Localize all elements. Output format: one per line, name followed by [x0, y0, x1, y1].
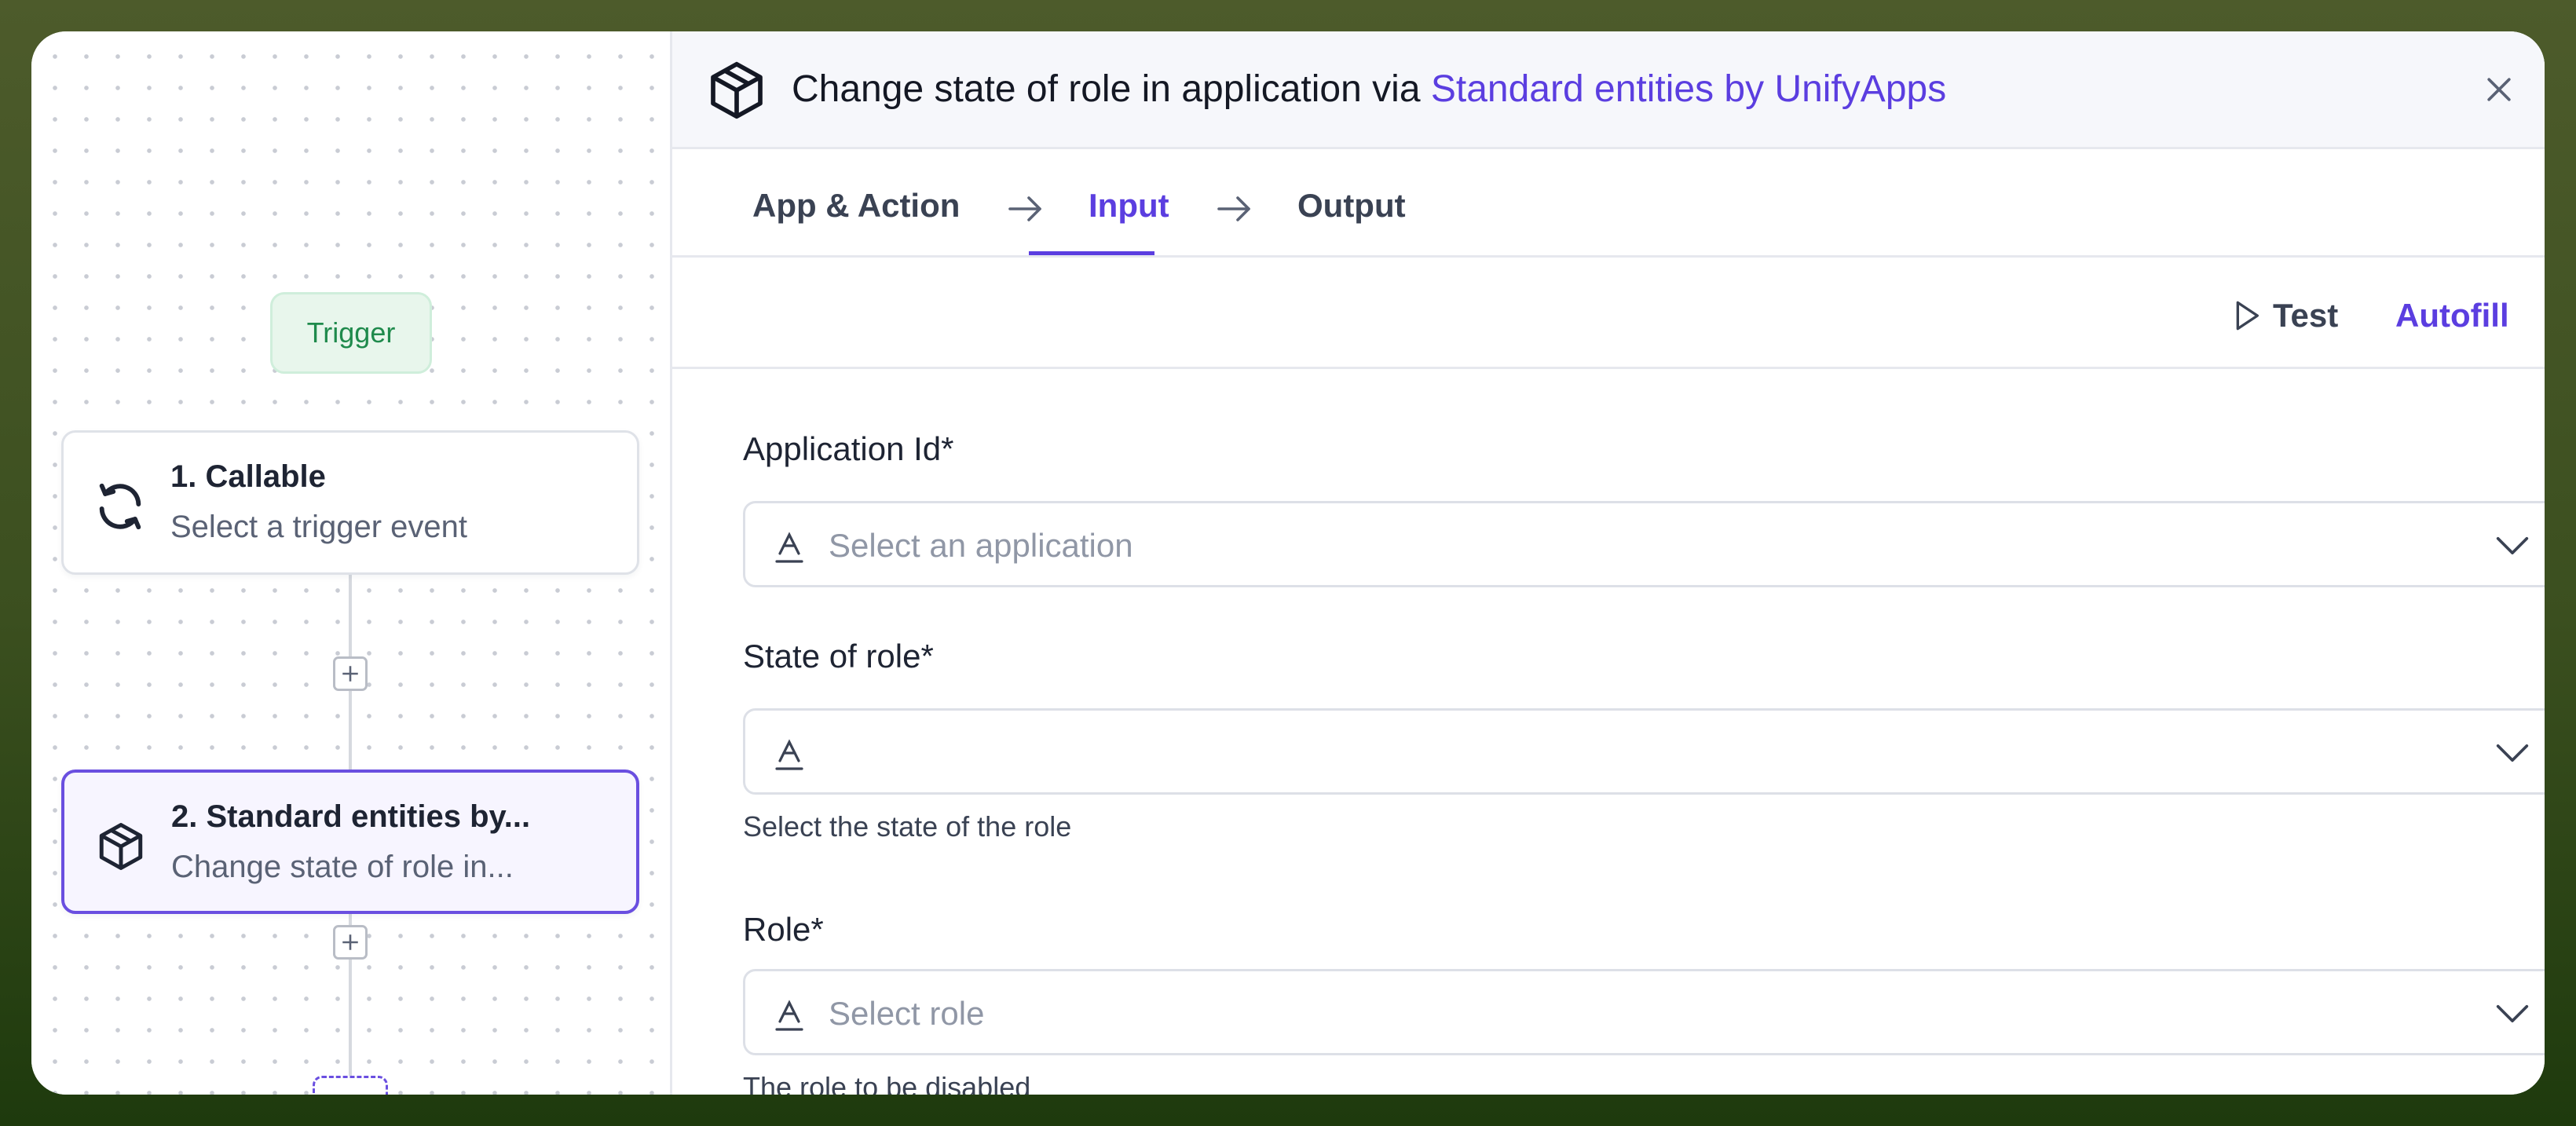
- step-tabs: App & Action Input Output: [672, 149, 2545, 258]
- role-helper: The role to be disabled: [743, 1071, 1031, 1095]
- refresh-icon: [92, 478, 148, 535]
- arrow-right-icon: [1217, 196, 1250, 221]
- chevron-down-icon: [2496, 744, 2529, 762]
- plus-icon: [342, 666, 358, 682]
- application-id-label: Application Id*: [743, 430, 954, 467]
- node-subtitle: Change state of role in...: [171, 850, 514, 884]
- arrow-right-icon: [1008, 196, 1041, 221]
- text-type-icon: [775, 739, 803, 770]
- workflow-canvas[interactable]: Trigger 1. Callable Select a trigger eve…: [31, 31, 672, 1095]
- panel-header: Change state of role in application via …: [672, 31, 2545, 149]
- state-of-role-label: State of role*: [743, 638, 934, 675]
- node-title: 2. Standard entities by...: [171, 799, 531, 834]
- close-icon[interactable]: [2482, 72, 2516, 107]
- tab-output[interactable]: Output: [1297, 187, 1406, 225]
- active-tab-indicator: [1029, 251, 1154, 255]
- panel-title: Change state of role in application via …: [792, 68, 1946, 111]
- autofill-button[interactable]: Autofill: [2395, 297, 2509, 335]
- role-select[interactable]: Select role: [743, 969, 2545, 1055]
- tab-input[interactable]: Input: [1089, 187, 1169, 225]
- node-title: 1. Callable: [170, 459, 326, 494]
- connector-line: [349, 685, 352, 771]
- panel-title-text: Change state of role in application via: [792, 68, 1431, 110]
- app-window: Trigger 1. Callable Select a trigger eve…: [31, 31, 2545, 1095]
- select-placeholder: Select role: [829, 995, 985, 1032]
- add-step-button[interactable]: [333, 656, 368, 691]
- state-of-role-helper: Select the state of the role: [743, 810, 1072, 843]
- test-label: Test: [2273, 297, 2339, 334]
- play-icon: [2236, 301, 2259, 331]
- plus-icon: [342, 934, 358, 950]
- select-placeholder: Select an application: [829, 527, 1133, 564]
- connector-line: [349, 573, 352, 667]
- package-icon: [711, 61, 763, 119]
- trigger-badge: Trigger: [270, 292, 432, 374]
- text-type-icon: [775, 1000, 803, 1031]
- package-icon: [93, 818, 149, 875]
- add-step-button[interactable]: [333, 925, 368, 960]
- app-link[interactable]: Standard entities by UnifyApps: [1431, 68, 1946, 110]
- workflow-node-standard-entities[interactable]: 2. Standard entities by... Change state …: [61, 770, 639, 914]
- workflow-node-callable[interactable]: 1. Callable Select a trigger event: [61, 430, 639, 575]
- state-of-role-select[interactable]: [743, 708, 2545, 795]
- placeholder-node[interactable]: [313, 1076, 388, 1095]
- panel-toolbar: Test Autofill: [672, 258, 2545, 369]
- test-button[interactable]: Test: [2234, 297, 2338, 335]
- application-id-select[interactable]: Select an application: [743, 501, 2545, 587]
- node-subtitle: Select a trigger event: [170, 510, 467, 544]
- text-type-icon: [775, 532, 803, 563]
- tab-app-action[interactable]: App & Action: [752, 187, 960, 225]
- chevron-down-icon: [2496, 1005, 2529, 1022]
- chevron-down-icon: [2496, 537, 2529, 554]
- role-label: Role*: [743, 911, 824, 948]
- step-config-panel: Change state of role in application via …: [672, 31, 2545, 1095]
- connector-line: [349, 960, 352, 1077]
